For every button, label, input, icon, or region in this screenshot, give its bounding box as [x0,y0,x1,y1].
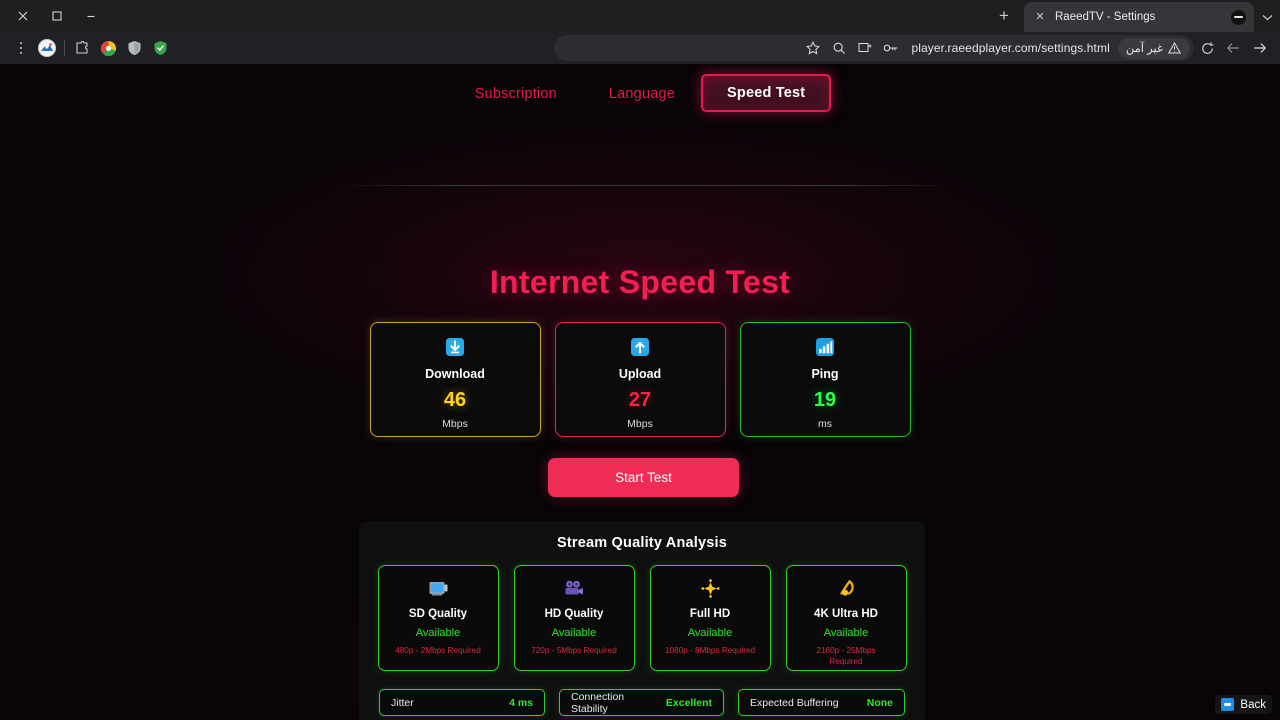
quality-card-hd: HD Quality Available 720p - 5Mbps Requir… [513,565,635,671]
addressbar-actions [801,36,903,60]
stat-label-expected-buffering: Expected Buffering [750,696,839,709]
browser-titlebar: + ✕ RaeedTV - Settings [0,0,1280,32]
stat-jitter: Jitter 4 ms [379,689,545,716]
reload-icon[interactable] [1194,35,1220,61]
quality-status-4k: Available [823,627,869,639]
start-test-button[interactable]: Start Test [548,458,739,497]
screenshot-icon[interactable] [853,36,877,60]
tabstrip: + ✕ RaeedTV - Settings [108,0,1280,32]
tab-title: RaeedTV - Settings [1055,11,1156,23]
colorful-app-icon[interactable] [95,35,121,61]
back-button[interactable]: Back [1215,695,1272,714]
upload-arrow-icon [630,336,650,358]
metric-card-upload: Upload 27 Mbps [554,322,726,437]
chevron-down-icon[interactable] [1254,2,1280,32]
signal-bars-icon [815,336,835,358]
page-title: Internet Speed Test [489,264,791,300]
back-button-label: Back [1240,698,1266,711]
quality-cards: SD Quality Available 480p - 2Mbps Requir… [359,565,925,671]
connection-stats: Jitter 4 ms Connection Stability Excelle… [359,689,925,716]
metric-unit-upload: Mbps [627,418,653,430]
window-maximize-icon[interactable] [40,1,74,31]
mute-speaker-icon[interactable] [1231,9,1246,25]
window-close-icon[interactable] [6,1,40,31]
address-bar[interactable]: player.raeedplayer.com/settings.html غير… [554,35,1194,61]
stat-connection-stability: Connection Stability Excellent [559,689,724,716]
quality-requirement-sd: 480p - 2Mbps Required [395,646,481,655]
stat-expected-buffering: Expected Buffering None [738,689,905,716]
metric-label-ping: Ping [811,367,839,381]
quality-status-sd: Available [415,627,461,639]
password-key-icon[interactable] [879,36,903,60]
profile-avatar-icon[interactable] [34,35,60,61]
quality-requirement-fullhd: 1080p - 8Mbps Required [664,646,756,655]
metric-unit-ping: ms [818,418,832,430]
metric-label-download: Download [425,367,485,381]
stream-quality-analysis-panel: Stream Quality Analysis SD Quality Avail… [359,521,925,720]
settings-nav-tabs: Subscription Language Speed Test [0,64,1280,112]
quality-status-fullhd: Available [687,627,733,639]
nav-divider [336,185,956,186]
analysis-title: Stream Quality Analysis [556,535,728,551]
metric-value-ping: 19 [813,389,837,411]
tab-close-icon[interactable]: ✕ [1034,11,1046,23]
quality-card-fullhd: Full HD Available 1080p - 8Mbps Required [649,565,771,671]
toolbar-divider [64,40,65,56]
quality-name-sd: SD Quality [408,608,468,620]
quality-name-4k: 4K Ultra HD [814,608,878,620]
search-icon[interactable] [827,36,851,60]
metric-unit-download: Mbps [442,418,468,430]
green-shield-icon[interactable] [147,35,173,61]
url-text: player.raeedplayer.com/settings.html [911,41,1110,55]
not-secure-badge[interactable]: غير آمن [1117,37,1190,59]
stat-label-jitter: Jitter [391,696,414,709]
download-arrow-icon [445,336,465,358]
back-arrow-icon[interactable] [1220,35,1246,61]
sparkle-star-icon [701,578,720,598]
browser-tab[interactable]: ✕ RaeedTV - Settings [1024,2,1254,32]
speed-metrics: Download 46 Mbps Upload 27 Mbps Ping 19 … [0,322,1280,437]
browser-toolbar: player.raeedplayer.com/settings.html غير… [0,32,1280,64]
stat-label-connection-stability: Connection Stability [571,690,625,715]
tab-speed-test[interactable]: Speed Test [701,74,832,112]
forward-arrow-icon[interactable] [1246,35,1272,61]
quality-status-hd: Available [551,627,597,639]
metric-value-upload: 27 [628,389,652,411]
browser-chrome: + ✕ RaeedTV - Settings player.raeedplaye… [0,0,1280,64]
stat-value-expected-buffering: None [866,696,893,709]
menu-dots-icon[interactable] [8,35,34,61]
window-minimize-icon[interactable] [74,1,108,31]
quality-name-fullhd: Full HD [689,608,731,620]
stat-value-jitter: 4 ms [509,696,533,709]
page-content: Subscription Language Speed Test Interne… [0,64,1280,720]
address-area: player.raeedplayer.com/settings.html غير… [177,35,1272,61]
window-controls [0,0,108,32]
metric-card-ping: Ping 19 ms [739,322,911,437]
warning-triangle-icon [1168,42,1181,54]
movie-camera-icon [564,578,584,598]
quality-name-hd: HD Quality [544,608,604,620]
bookmark-star-icon[interactable] [801,36,825,60]
extensions-puzzle-icon[interactable] [69,35,95,61]
quality-requirement-hd: 720p - 5Mbps Required [531,646,617,655]
stat-value-connection-stability: Excellent [665,696,712,709]
back-box-icon [1221,698,1235,711]
metric-value-download: 46 [443,389,467,411]
metric-label-upload: Upload [618,367,662,381]
shield-icon[interactable] [121,35,147,61]
new-tab-button[interactable]: + [990,2,1018,30]
metric-card-download: Download 46 Mbps [369,322,541,437]
tab-language[interactable]: Language [583,76,701,112]
quality-card-4k: 4K Ultra HD Available 2160p - 25Mbps Req… [785,565,907,671]
tab-subscription[interactable]: Subscription [449,76,583,112]
quality-card-sd: SD Quality Available 480p - 2Mbps Requir… [377,565,499,671]
not-secure-label: غير آمن [1125,43,1163,55]
comet-icon [836,578,856,598]
television-icon [429,578,448,598]
quality-requirement-4k: 2160p - 25Mbps Required [816,646,876,667]
